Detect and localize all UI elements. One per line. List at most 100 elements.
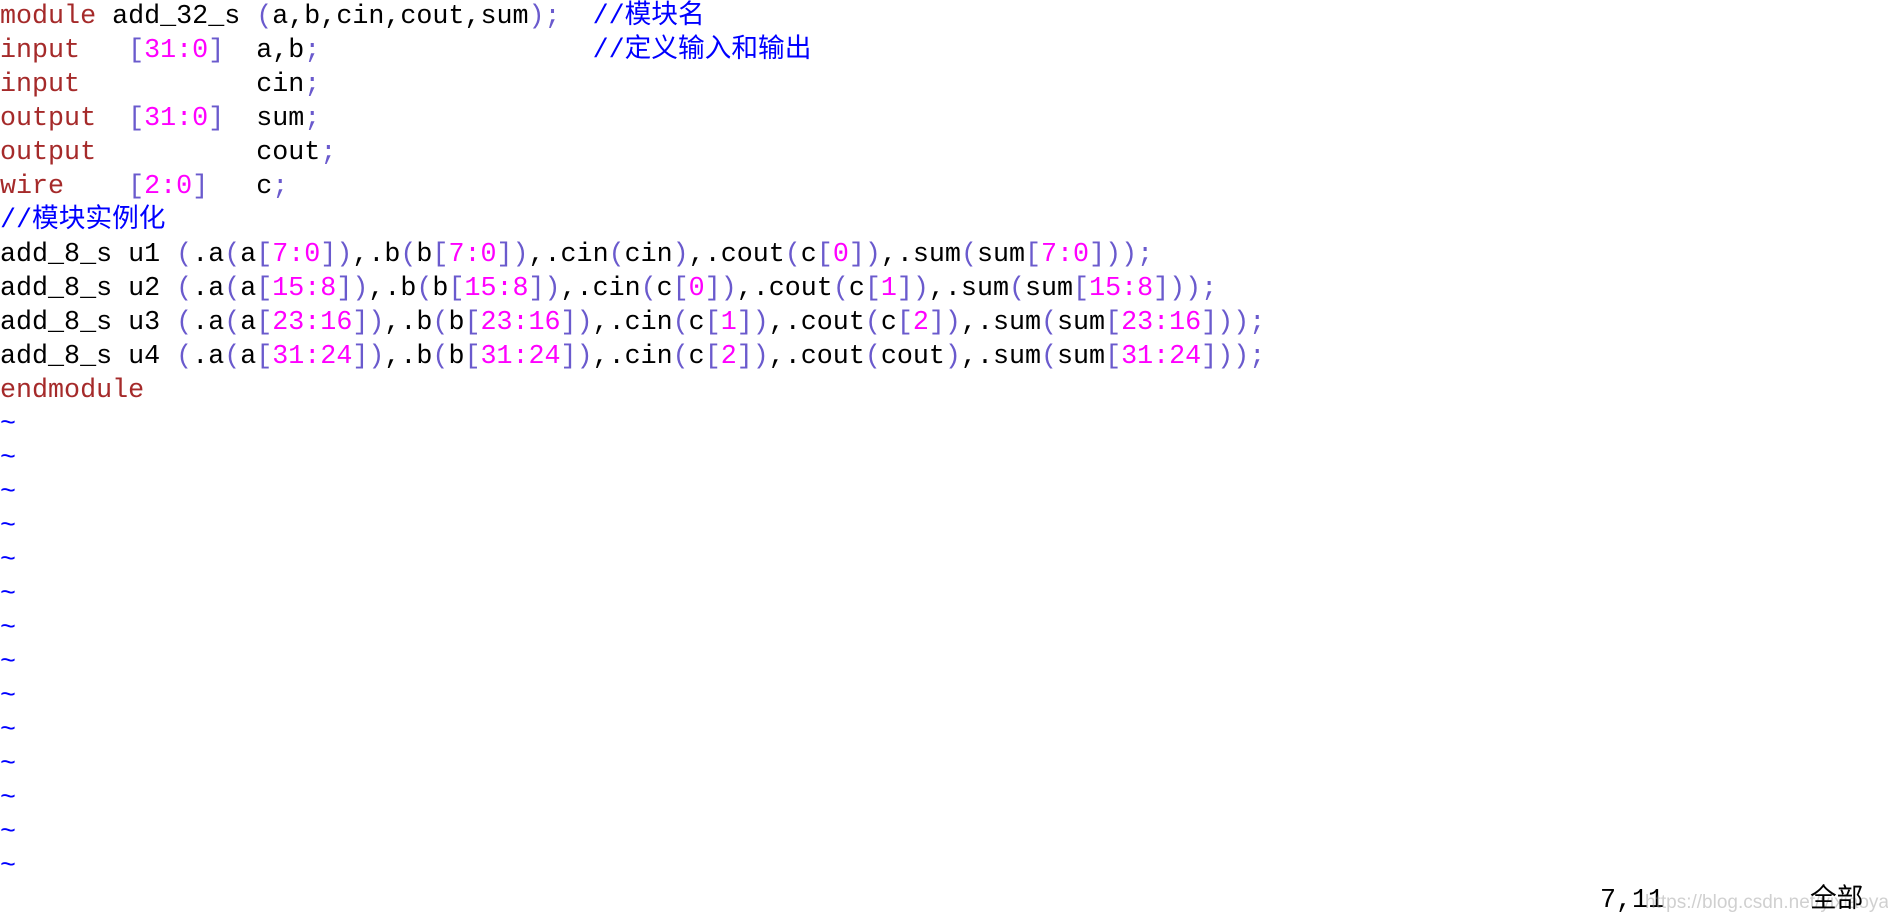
punctuation: (: [608, 240, 625, 270]
code-line[interactable]: endmodule: [0, 374, 1265, 408]
keyword: output: [0, 138, 97, 168]
punctuation: ): [944, 342, 961, 372]
bracket: [: [256, 240, 273, 270]
punctuation: (: [432, 342, 449, 372]
punctuation: ): [368, 342, 385, 372]
code-line[interactable]: input cin;: [0, 68, 1265, 102]
range-number: 23:16: [480, 308, 561, 338]
identifier: ,.cout: [768, 342, 865, 372]
identifier: sum: [1057, 308, 1106, 338]
identifier: b: [416, 240, 433, 270]
bracket: [: [1025, 240, 1042, 270]
code-line[interactable]: add_8_s u2 (.a(a[15:8]),.b(b[15:8]),.cin…: [0, 272, 1265, 306]
identifier: c: [880, 308, 897, 338]
empty-line-tilde: ~: [0, 852, 17, 882]
empty-line-tilde: ~: [0, 818, 17, 848]
empty-line-tilde: ~: [0, 784, 17, 814]
empty-line-tilde: ~: [0, 512, 17, 542]
identifier: sum: [224, 104, 305, 134]
code-line[interactable]: wire [2:0] c;: [0, 170, 1265, 204]
punctuation: ): [1217, 308, 1234, 338]
range-number: 2: [912, 308, 929, 338]
vim-editor-buffer[interactable]: module add_32_s (a,b,cin,cout,sum); //模块…: [0, 0, 1265, 884]
range-number: 1: [720, 308, 737, 338]
identifier: a,b: [224, 36, 305, 66]
identifier: a,b,cin,cout,sum: [272, 2, 529, 32]
keyword: output: [0, 104, 97, 134]
identifier: c: [800, 240, 817, 270]
punctuation: (: [224, 240, 241, 270]
punctuation: (: [1041, 308, 1058, 338]
punctuation: ): [672, 240, 689, 270]
bracket: [: [704, 342, 721, 372]
bracket: ]: [336, 274, 353, 304]
identifier: ,.b: [368, 274, 417, 304]
range-number: 23:16: [1121, 308, 1202, 338]
bracket: [: [816, 240, 833, 270]
bracket: [: [448, 274, 465, 304]
identifier: b: [448, 342, 465, 372]
bracket: ]: [560, 308, 577, 338]
empty-line-tilde: ~: [0, 580, 17, 610]
range-number: 0: [688, 274, 705, 304]
punctuation: (: [224, 308, 241, 338]
punctuation: ): [576, 308, 593, 338]
code-line[interactable]: module add_32_s (a,b,cin,cout,sum); //模块…: [0, 0, 1265, 34]
identifier: [64, 172, 128, 202]
code-line[interactable]: add_8_s u3 (.a(a[23:16]),.b(b[23:16]),.c…: [0, 306, 1265, 340]
punctuation: (: [416, 274, 433, 304]
punctuation: ): [1233, 308, 1250, 338]
identifier: b: [432, 274, 449, 304]
keyword: input: [0, 70, 81, 100]
punctuation: ): [752, 342, 769, 372]
bracket: [: [128, 104, 145, 134]
punctuation: ): [1121, 240, 1138, 270]
identifier: add_8_s u4: [0, 342, 177, 372]
code-line[interactable]: output [31:0] sum;: [0, 102, 1265, 136]
punctuation: ): [1185, 274, 1202, 304]
identifier: cin: [624, 240, 673, 270]
punctuation: (: [960, 240, 977, 270]
punctuation: ;: [1249, 342, 1266, 372]
code-line[interactable]: input [31:0] a,b; //定义输入和输出: [0, 34, 1265, 68]
punctuation: ): [352, 274, 369, 304]
bracket: ]: [352, 342, 369, 372]
punctuation: (: [176, 308, 193, 338]
punctuation: (: [224, 342, 241, 372]
identifier: ,.cout: [688, 240, 785, 270]
range-number: 15:8: [272, 274, 337, 304]
bracket: [: [128, 172, 145, 202]
identifier: .a: [192, 240, 225, 270]
punctuation: ;: [304, 104, 321, 134]
identifier: add_8_s u1: [0, 240, 177, 270]
identifier: sum: [1057, 342, 1106, 372]
identifier: ,.cin: [528, 240, 609, 270]
code-line[interactable]: //模块实例化: [0, 204, 1265, 238]
bracket: ]: [320, 240, 337, 270]
bracket: ]: [208, 104, 225, 134]
empty-line-tilde: ~: [0, 478, 17, 508]
bracket: ]: [736, 308, 753, 338]
keyword: module: [0, 2, 97, 32]
punctuation: ): [752, 308, 769, 338]
punctuation: (: [784, 240, 801, 270]
identifier: cout: [96, 138, 321, 168]
code-line[interactable]: add_8_s u1 (.a(a[7:0]),.b(b[7:0]),.cin(c…: [0, 238, 1265, 272]
punctuation: ;: [1201, 274, 1218, 304]
code-line[interactable]: output cout;: [0, 136, 1265, 170]
punctuation: (: [432, 308, 449, 338]
punctuation: (: [672, 308, 689, 338]
bracket: ]: [928, 308, 945, 338]
code-line[interactable]: add_8_s u4 (.a(a[31:24]),.b(b[31:24]),.c…: [0, 340, 1265, 374]
identifier: .a: [192, 342, 225, 372]
bracket: [: [896, 308, 913, 338]
punctuation: ): [1169, 274, 1186, 304]
identifier: b: [448, 308, 465, 338]
punctuation: ;: [304, 70, 321, 100]
identifier: a: [240, 308, 257, 338]
punctuation: (: [176, 342, 193, 372]
bracket: ]: [208, 36, 225, 66]
punctuation: (: [224, 274, 241, 304]
range-number: 1: [880, 274, 897, 304]
identifier: .a: [192, 274, 225, 304]
